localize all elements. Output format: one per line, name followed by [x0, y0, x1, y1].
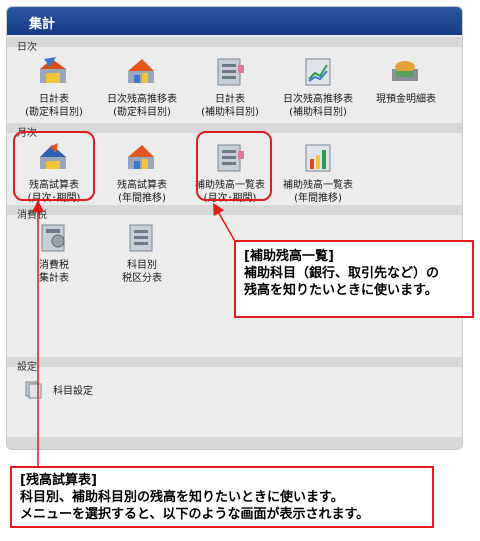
callout-line: 補助科目（銀行、取引先など）の: [244, 266, 440, 281]
callout-line: 残高を知りたいときに使います。: [244, 283, 438, 298]
callout-line: 科目別、補助科目別の残高を知りたいときに使います。: [20, 490, 344, 505]
callout-line: メニューを選択すると、以下のような画面が表示されます。: [20, 507, 370, 522]
callout-title: [残高試算表]: [20, 473, 97, 488]
callout-subsidiary-balance: [補助残高一覧] 補助科目（銀行、取引先など）の 残高を知りたいときに使います。: [234, 240, 474, 318]
callout-trial-balance: [残高試算表] 科目別、補助科目別の残高を知りたいときに使います。 メニューを選…: [10, 466, 434, 528]
callout-title: [補助残高一覧]: [244, 249, 334, 264]
